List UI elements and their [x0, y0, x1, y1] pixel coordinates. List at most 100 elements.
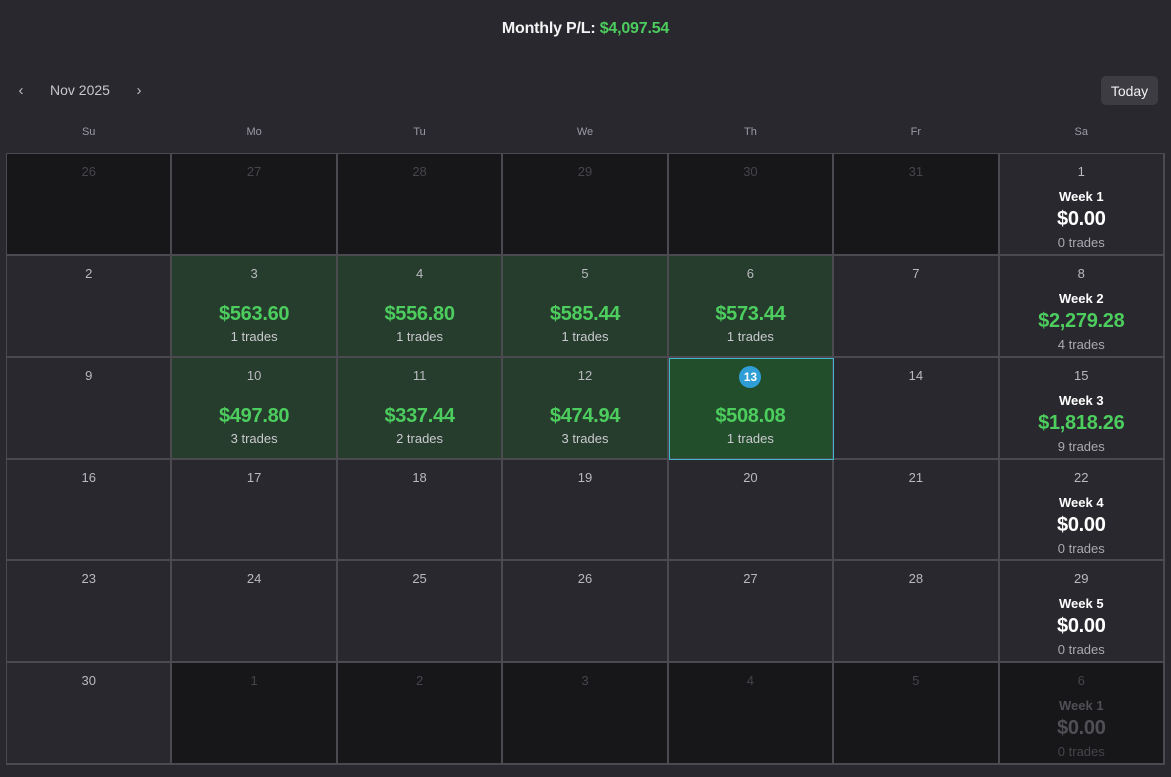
week-summary-pnl: $0.00 — [1057, 208, 1106, 230]
calendar-day-cell[interactable]: 21 — [834, 459, 1000, 562]
week-summary-label: Week 3 — [1058, 392, 1104, 408]
chevron-left-icon[interactable]: ‹ — [10, 80, 32, 102]
calendar-day-cell[interactable]: 4 — [668, 663, 835, 765]
calendar-day-cell[interactable]: 17 — [172, 459, 338, 562]
calendar-day-cell[interactable]: 28 — [834, 561, 1000, 664]
day-number: 1 — [1077, 164, 1085, 179]
current-month-label: Nov 2025 — [50, 82, 110, 98]
calendar-day-cell-today[interactable]: 13 $508.08 1 trades — [668, 357, 835, 460]
calendar-day-cell[interactable]: 31 — [834, 154, 1000, 256]
calendar-day-cell[interactable]: 24 — [172, 561, 338, 664]
day-number: 26 — [81, 164, 96, 179]
monthly-pl-label: Monthly P/L: — [501, 20, 596, 37]
calendar-day-cell[interactable]: 26 — [503, 561, 669, 664]
day-pnl: $573.44 — [715, 302, 786, 325]
day-number: 30 — [81, 673, 96, 689]
day-number: 28 — [412, 164, 427, 179]
calendar-day-cell[interactable]: 12 $474.94 3 trades — [503, 357, 669, 460]
week-summary-label: Week 1 — [1058, 698, 1104, 714]
day-trade-count: 3 trades — [561, 430, 609, 446]
day-number: 21 — [908, 469, 924, 485]
day-number: 28 — [908, 571, 924, 587]
calendar-day-cell[interactable]: 30 — [668, 154, 835, 256]
calendar-day-cell[interactable]: 5 — [834, 663, 1000, 765]
calendar-day-cell[interactable]: 10 $497.80 3 trades — [172, 357, 338, 460]
calendar-day-cell[interactable]: 3 $563.60 1 trades — [172, 255, 338, 358]
week-summary-label: Week 5 — [1058, 596, 1104, 612]
calendar-day-cell[interactable]: 4 $556.80 1 trades — [337, 255, 504, 358]
calendar-day-cell[interactable]: 20 — [668, 459, 835, 562]
calendar-day-cell[interactable]: 8 Week 2 $2,279.28 4 trades — [999, 255, 1165, 358]
today-button[interactable]: Today — [1101, 76, 1158, 105]
calendar-day-cell[interactable]: 6 $573.44 1 trades — [668, 255, 835, 358]
calendar-day-cell[interactable]: 2 — [7, 255, 173, 358]
week-summary-trades: 9 trades — [1057, 438, 1105, 454]
week-summary-trades: 0 trades — [1057, 744, 1105, 760]
calendar-day-cell[interactable]: 7 — [834, 255, 1000, 358]
day-number: 20 — [743, 469, 758, 485]
calendar-day-cell[interactable]: 28 — [337, 154, 504, 256]
day-pnl: $556.80 — [384, 302, 455, 325]
day-number: 8 — [1077, 265, 1085, 281]
calendar-day-cell[interactable]: 14 — [834, 357, 1000, 460]
day-pnl: $563.60 — [219, 302, 290, 325]
day-number: 17 — [246, 469, 262, 485]
chevron-right-icon[interactable]: › — [128, 80, 150, 102]
week-summary-pnl: $2,279.28 — [1038, 309, 1125, 332]
calendar-day-cell[interactable]: 3 — [503, 663, 669, 765]
calendar-day-cell[interactable]: 22 Week 4 $0.00 0 trades — [999, 459, 1165, 562]
calendar-day-cell[interactable]: 16 — [7, 459, 173, 562]
day-number: 10 — [246, 367, 262, 383]
calendar-day-cell[interactable]: 19 — [503, 459, 669, 562]
calendar-day-cell[interactable]: 29 Week 5 $0.00 0 trades — [999, 561, 1165, 664]
calendar-day-cell[interactable]: 9 — [7, 357, 173, 460]
day-number: 7 — [912, 265, 920, 281]
calendar-day-cell[interactable]: 25 — [337, 561, 504, 664]
day-trade-count: 1 trades — [726, 430, 774, 446]
day-number: 14 — [908, 367, 924, 383]
calendar-grid: 26 27 28 29 30 31 1 Week 1 $0.00 0 trades 2 3 $563.6… — [6, 153, 1165, 765]
weekday-label: Mo — [246, 126, 262, 138]
day-number: 26 — [577, 571, 593, 587]
calendar-day-cell[interactable]: 1 — [172, 663, 338, 765]
week-summary-pnl: $0.00 — [1057, 717, 1106, 740]
calendar-day-cell[interactable]: 18 — [337, 459, 504, 562]
day-number: 5 — [912, 673, 920, 689]
day-pnl: $474.94 — [549, 404, 621, 427]
weekday-label: Tu — [413, 126, 426, 138]
calendar-day-cell[interactable]: 1 Week 1 $0.00 0 trades — [999, 154, 1165, 256]
calendar-day-cell[interactable]: 11 $337.44 2 trades — [337, 357, 504, 460]
calendar-day-cell[interactable]: 26 — [7, 154, 173, 256]
calendar-day-cell[interactable]: 2 — [337, 663, 504, 765]
day-number: 9 — [85, 367, 93, 383]
day-pnl: $508.08 — [715, 404, 786, 427]
week-summary-pnl: $0.00 — [1057, 615, 1106, 638]
day-number: 6 — [746, 265, 755, 281]
day-number: 2 — [85, 265, 93, 281]
day-number: 27 — [743, 571, 758, 587]
calendar-day-cell[interactable]: 30 — [7, 663, 173, 765]
calendar-day-cell[interactable]: 15 Week 3 $1,818.26 9 trades — [999, 357, 1165, 460]
week-summary-pnl: $0.00 — [1057, 513, 1106, 536]
week-summary-label: Week 4 — [1058, 494, 1104, 510]
day-pnl: $337.44 — [384, 404, 455, 427]
calendar-day-cell[interactable]: 23 — [7, 561, 173, 664]
calendar-day-cell[interactable]: 27 — [172, 154, 338, 256]
calendar-day-cell[interactable]: 6 Week 1 $0.00 0 trades — [999, 663, 1165, 765]
week-summary-trades: 0 trades — [1057, 235, 1105, 250]
monthly-pl-value: $4,097.54 — [599, 20, 670, 37]
day-number: 3 — [581, 673, 589, 689]
weekday-header: Su Mo Tu We Th Fr Sa — [6, 126, 1164, 138]
day-number: 25 — [412, 571, 427, 587]
day-number: 29 — [577, 164, 593, 179]
weekday-label: Th — [744, 126, 757, 138]
calendar-day-cell[interactable]: 5 $585.44 1 trades — [503, 255, 669, 358]
day-number: 23 — [81, 571, 96, 587]
calendar-day-cell[interactable]: 29 — [503, 154, 669, 256]
day-trade-count: 1 trades — [396, 328, 444, 344]
day-number: 29 — [1074, 571, 1089, 587]
day-trade-count: 1 trades — [230, 328, 278, 344]
week-summary-trades: 0 trades — [1057, 540, 1105, 556]
calendar-day-cell[interactable]: 27 — [668, 561, 835, 664]
week-summary-trades: 0 trades — [1057, 642, 1105, 658]
